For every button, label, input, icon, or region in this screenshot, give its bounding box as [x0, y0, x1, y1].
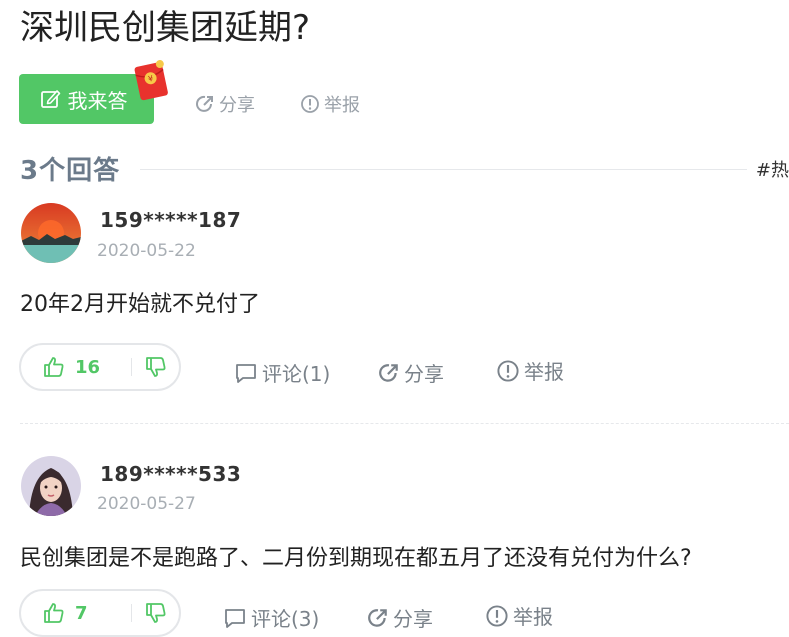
- comment-icon: [236, 363, 256, 383]
- dislike-button[interactable]: [132, 345, 179, 389]
- answer-share-label: 分享: [404, 362, 444, 386]
- username[interactable]: 159*****187: [100, 208, 241, 232]
- vote-box: 16: [19, 343, 181, 391]
- thumbs-up-icon: [44, 603, 64, 623]
- avatar[interactable]: [21, 203, 81, 263]
- share-label: 分享: [219, 95, 255, 116]
- answer-report-button[interactable]: 举报: [496, 356, 564, 385]
- comment-icon: [225, 608, 245, 628]
- answer-report-button[interactable]: 举报: [485, 601, 553, 630]
- like-count: 7: [75, 602, 88, 624]
- edit-icon: [40, 90, 60, 108]
- share-icon: [196, 95, 213, 112]
- avatar[interactable]: [21, 456, 81, 516]
- answer-date: 2020-05-22: [97, 241, 196, 261]
- username[interactable]: 189*****533: [100, 462, 241, 486]
- answer-content: 20年2月开始就不兑付了: [20, 292, 260, 317]
- report-icon: [497, 359, 519, 382]
- thumbs-down-icon: [145, 357, 165, 377]
- sort-hot-tab[interactable]: #热: [756, 156, 789, 182]
- like-button[interactable]: 16: [21, 345, 131, 389]
- share-button[interactable]: 分享: [195, 90, 255, 118]
- thumbs-up-icon: [44, 357, 64, 377]
- share-icon: [379, 363, 398, 382]
- report-icon: [486, 604, 508, 627]
- dislike-button[interactable]: [132, 591, 179, 635]
- comment-button[interactable]: 评论(3): [223, 603, 319, 632]
- answer-divider: [20, 423, 789, 424]
- answer-content: 民创集团是不是跑路了、二月份到期现在都五月了还没有兑付为什么?: [20, 546, 692, 571]
- answers-header: 3个回答 #热: [20, 148, 789, 188]
- answer-report-label: 举报: [513, 605, 553, 629]
- answer-share-label: 分享: [393, 607, 433, 631]
- comment-label: 评论(3): [251, 607, 320, 631]
- vote-box: 7: [19, 589, 181, 637]
- like-count: 16: [75, 356, 101, 378]
- comment-label: 评论(1): [262, 362, 331, 386]
- red-packet-icon: ¥: [134, 60, 168, 101]
- answer-share-button[interactable]: 分享: [367, 603, 433, 632]
- report-icon: [301, 95, 319, 113]
- answer-share-button[interactable]: 分享: [378, 358, 444, 387]
- answer-button-label: 我来答: [67, 88, 128, 113]
- answer-report-label: 举报: [524, 360, 564, 384]
- answer-date: 2020-05-27: [97, 494, 196, 514]
- report-label: 举报: [324, 95, 360, 116]
- answer-count: 3个回答: [20, 156, 121, 186]
- share-icon: [368, 608, 387, 627]
- page-title: 深圳民创集团延期?: [20, 8, 311, 48]
- answer-button[interactable]: 我来答: [19, 74, 154, 124]
- report-button[interactable]: 举报: [300, 90, 360, 118]
- header-divider: [140, 169, 747, 170]
- comment-button[interactable]: 评论(1): [234, 358, 330, 387]
- thumbs-down-icon: [145, 603, 165, 623]
- like-button[interactable]: 7: [21, 591, 131, 635]
